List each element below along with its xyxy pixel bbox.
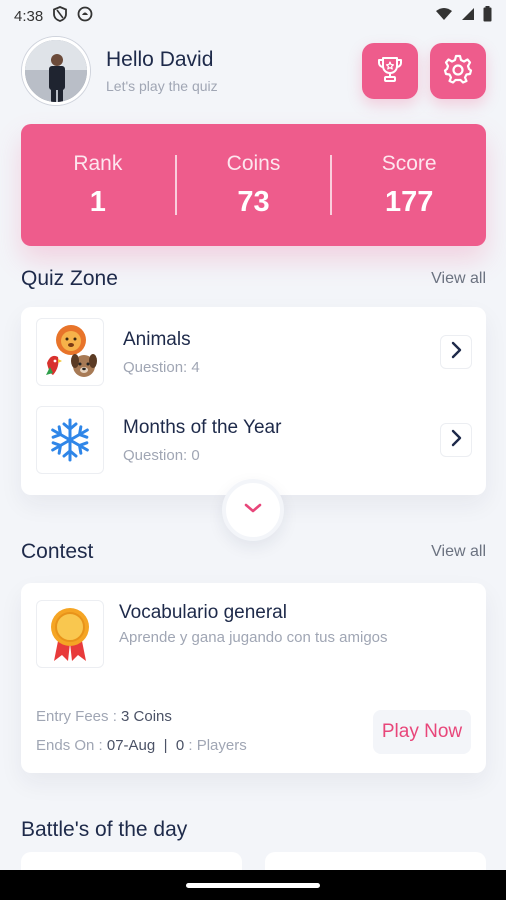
quiz-item-open-button[interactable]: [440, 335, 472, 369]
cellular-icon: [461, 7, 475, 25]
contest-name: Vocabulario general: [119, 602, 287, 623]
stat-score: Score 177: [332, 152, 486, 219]
chevron-down-icon: [243, 501, 263, 519]
snowflake-icon: [36, 406, 104, 474]
shield-status-icon: [53, 6, 68, 26]
header: Hello David Let's play the quiz: [22, 37, 486, 105]
quiz-item-question-count: Question: 0: [123, 446, 200, 464]
animals-icon: [36, 318, 104, 386]
settings-button[interactable]: [430, 43, 486, 99]
contest-entry-fees: Entry Fees : 3 Coins: [36, 708, 172, 725]
stat-rank-label: Rank: [73, 151, 123, 175]
expand-quiz-zone-button[interactable]: [222, 479, 284, 541]
greeting-subtitle: Let's play the quiz: [106, 78, 218, 94]
battles-title: Battle's of the day: [21, 818, 188, 841]
contest-card[interactable]: Vocabulario general Aprende y gana jugan…: [21, 583, 486, 773]
stat-rank: Rank 1: [21, 152, 175, 219]
stat-coins-label: Coins: [226, 151, 281, 175]
quiz-zone-view-all-link[interactable]: View all: [431, 270, 486, 288]
stat-coins: Coins 73: [177, 152, 331, 219]
battery-icon: [483, 6, 492, 26]
quiz-zone-title: Quiz Zone: [21, 267, 118, 290]
contest-view-all-link[interactable]: View all: [431, 543, 486, 561]
quiz-item-months[interactable]: Months of the Year Question: 0: [36, 406, 472, 474]
system-nav-bar: [0, 870, 506, 900]
ends-on-value: 07-Aug: [106, 737, 156, 754]
trophy-icon: [375, 54, 405, 89]
greeting-title: Hello David: [106, 48, 214, 71]
players-label: : Players: [188, 737, 247, 754]
chevron-right-icon: [449, 341, 463, 364]
ends-on-label: Ends On :: [36, 737, 103, 754]
quiz-item-name: Animals: [123, 328, 191, 350]
medal-icon: [36, 600, 104, 668]
quiz-zone-card: Animals Question: 4 Months of the Year Q…: [21, 307, 486, 495]
quiz-item-name: Months of the Year: [123, 416, 282, 438]
players-count: 0: [175, 737, 185, 754]
contest-ends-on: Ends On : 07-Aug | 0 : Players: [36, 737, 247, 754]
stat-score-value: 177: [384, 185, 434, 218]
avatar[interactable]: [22, 37, 90, 105]
home-gesture-handle[interactable]: [186, 883, 320, 888]
quiz-item-open-button[interactable]: [440, 423, 472, 457]
entry-fees-value: 3 Coins: [121, 708, 172, 725]
chevron-right-icon: [449, 429, 463, 452]
stat-coins-value: 73: [237, 185, 270, 218]
stat-rank-value: 1: [89, 185, 106, 218]
status-time: 4:38: [14, 7, 44, 25]
stats-card: Rank 1 Coins 73 Score 177: [21, 124, 486, 246]
gear-icon: [442, 53, 474, 90]
contest-title: Contest: [21, 540, 94, 563]
meta-separator: |: [163, 737, 168, 754]
contest-description: Aprende y gana jugando con tus amigos: [119, 629, 388, 646]
quiz-item-question-count: Question: 4: [123, 358, 200, 376]
entry-fees-label: Entry Fees :: [36, 708, 117, 725]
stat-score-label: Score: [381, 151, 437, 175]
quiz-item-animals[interactable]: Animals Question: 4: [36, 318, 472, 386]
status-bar: 4:38: [0, 0, 506, 32]
play-now-button[interactable]: Play Now: [373, 710, 471, 754]
notification-status-icon: [77, 6, 93, 26]
leaderboard-button[interactable]: [362, 43, 418, 99]
wifi-icon: [435, 7, 453, 25]
